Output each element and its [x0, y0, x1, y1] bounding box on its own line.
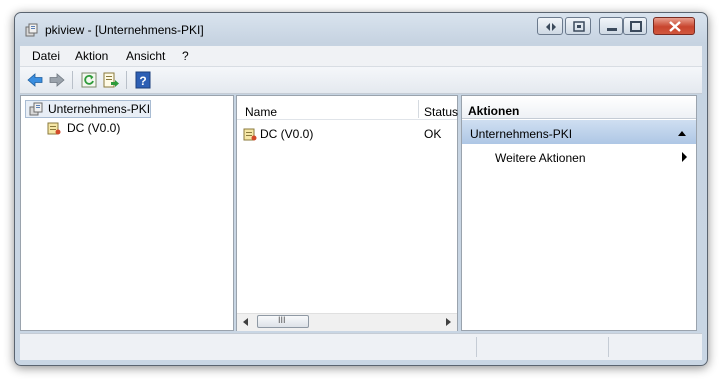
close-button[interactable]	[653, 17, 695, 35]
toolbar: ?	[20, 67, 702, 94]
minimize-button[interactable]	[599, 17, 623, 35]
refresh-icon[interactable]	[80, 71, 98, 89]
status-bar	[20, 333, 702, 360]
svg-text:?: ?	[139, 74, 146, 88]
actions-section-label: Unternehmens-PKI	[470, 127, 573, 141]
ca-icon	[243, 128, 257, 141]
tree-item-dc[interactable]: DC (V0.0)	[67, 121, 120, 135]
app-window: pkiview - [Unternehmens-PKI] Datei Aktio…	[14, 12, 708, 366]
column-header-name[interactable]: Name	[245, 105, 277, 119]
pki-app-icon	[25, 23, 38, 37]
swap-arrows-icon	[546, 23, 556, 31]
status-divider	[608, 337, 609, 357]
pki-root-icon	[29, 102, 43, 116]
menu-ansicht[interactable]: Ansicht	[126, 49, 165, 63]
menu-datei[interactable]: Datei	[32, 49, 60, 63]
collapse-up-icon[interactable]	[677, 129, 687, 137]
toolbar-separator	[72, 71, 73, 89]
list-row-status: OK	[424, 127, 442, 141]
forward-arrow-icon[interactable]	[48, 71, 66, 89]
new-window-icon	[573, 21, 585, 32]
minimize-icon	[607, 28, 617, 31]
maximize-button[interactable]	[623, 17, 647, 35]
scroll-right-icon[interactable]	[443, 317, 453, 327]
column-divider[interactable]	[418, 100, 419, 118]
export-list-icon[interactable]	[102, 71, 120, 89]
title-bar[interactable]: pkiview - [Unternehmens-PKI]	[15, 13, 707, 45]
close-icon	[669, 21, 681, 32]
column-header-status[interactable]: Status	[424, 105, 458, 119]
new-window-button[interactable]	[565, 17, 591, 35]
toolbar-separator	[126, 71, 127, 89]
action-weitere-aktionen[interactable]: Weitere Aktionen	[495, 151, 586, 165]
submenu-arrow-icon[interactable]	[681, 151, 689, 163]
menu-aktion[interactable]: Aktion	[75, 49, 108, 63]
status-divider	[476, 337, 477, 357]
scrollbar-grip: III	[278, 315, 286, 325]
scrollbar-thumb[interactable]: III	[257, 315, 309, 328]
tree-item-root[interactable]: Unternehmens-PKI	[48, 102, 150, 116]
swap-pane-button[interactable]	[537, 17, 563, 35]
menu-bar: Datei Aktion Ansicht ?	[20, 46, 702, 67]
list-row-name[interactable]: DC (V0.0)	[260, 127, 313, 141]
scroll-left-icon[interactable]	[241, 317, 251, 327]
window-title: pkiview - [Unternehmens-PKI]	[45, 23, 204, 37]
maximize-icon	[630, 21, 642, 32]
ca-icon	[47, 122, 61, 135]
help-icon[interactable]: ?	[134, 71, 152, 89]
back-arrow-icon[interactable]	[26, 71, 44, 89]
menu-help[interactable]: ?	[182, 49, 189, 63]
actions-title: Aktionen	[468, 104, 520, 118]
